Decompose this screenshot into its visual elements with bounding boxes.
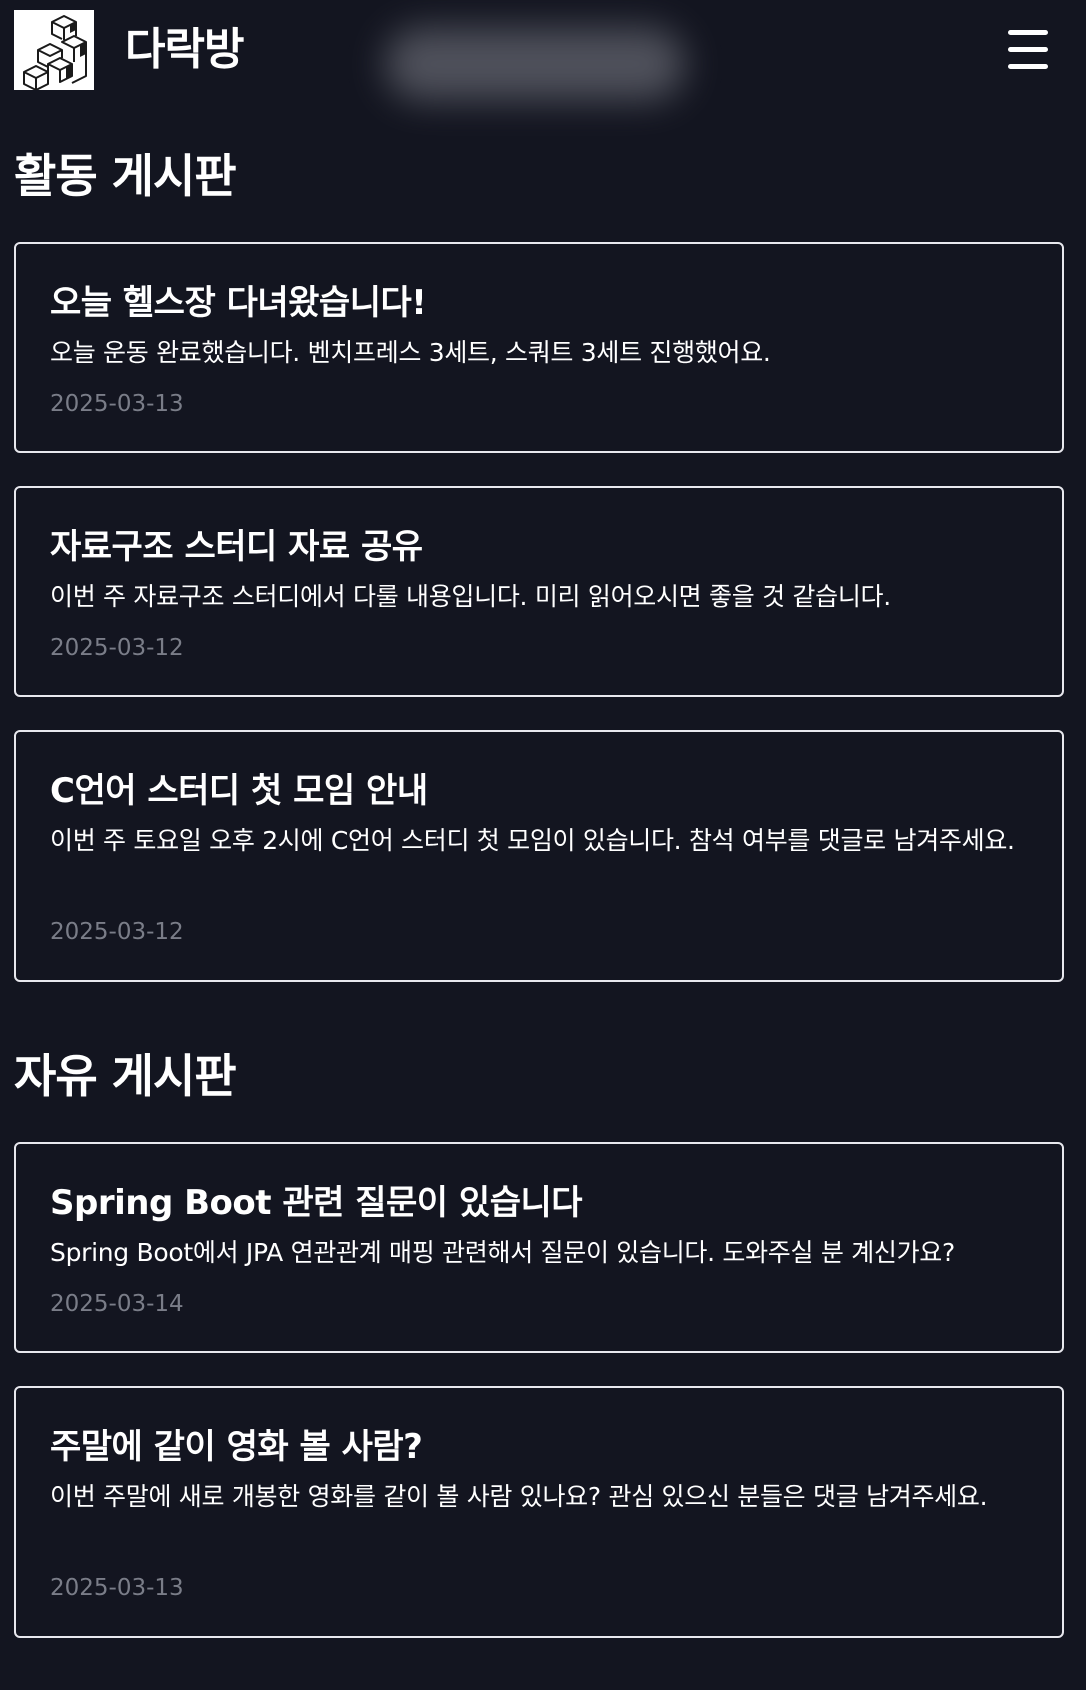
post-date: 2025-03-13 — [50, 1575, 184, 1601]
post-card[interactable]: 주말에 같이 영화 볼 사람? 이번 주말에 새로 개봉한 영화를 같이 볼 사… — [14, 1386, 1064, 1638]
post-body: 이번 주말에 새로 개봉한 영화를 같이 볼 사람 있나요? 관심 있으신 분들… — [50, 1482, 988, 1511]
post-card[interactable]: 자료구조 스터디 자료 공유 이번 주 자료구조 스터디에서 다룰 내용입니다.… — [14, 486, 1064, 697]
menu-line — [1008, 64, 1048, 69]
post-card[interactable]: 오늘 헬스장 다녀왔습니다! 오늘 운동 완료했습니다. 벤치프레스 3세트, … — [14, 242, 1064, 453]
post-title: C언어 스터디 첫 모임 안내 — [50, 771, 428, 811]
menu-line — [1008, 47, 1048, 52]
post-body: Spring Boot에서 JPA 연관관계 매핑 관련해서 질문이 있습니다.… — [50, 1238, 955, 1267]
stacked-cubes-logo[interactable] — [14, 10, 94, 90]
post-body: 오늘 운동 완료했습니다. 벤치프레스 3세트, 스쿼트 3세트 진행했어요. — [50, 338, 771, 367]
section-title-activity-board: 활동 게시판 — [14, 149, 237, 203]
hamburger-menu-icon[interactable] — [1006, 30, 1050, 70]
post-body: 이번 주 자료구조 스터디에서 다룰 내용입니다. 미리 읽어오시면 좋을 것 … — [50, 582, 891, 611]
app-header: 다락방 — [0, 0, 1086, 122]
section-title-free-board: 자유 게시판 — [14, 1049, 237, 1103]
post-date: 2025-03-12 — [50, 919, 184, 945]
post-card[interactable]: C언어 스터디 첫 모임 안내 이번 주 토요일 오후 2시에 C언어 스터디 … — [14, 730, 1064, 982]
post-date: 2025-03-13 — [50, 391, 184, 417]
post-date: 2025-03-14 — [50, 1291, 184, 1317]
post-body: 이번 주 토요일 오후 2시에 C언어 스터디 첫 모임이 있습니다. 참석 여… — [50, 826, 1015, 855]
post-title: 오늘 헬스장 다녀왔습니다! — [50, 283, 427, 323]
app-title[interactable]: 다락방 — [125, 22, 244, 78]
post-card[interactable]: Spring Boot 관련 질문이 있습니다 Spring Boot에서 JP… — [14, 1142, 1064, 1353]
post-title: 주말에 같이 영화 볼 사람? — [50, 1427, 423, 1467]
menu-line — [1008, 30, 1048, 35]
post-date: 2025-03-12 — [50, 635, 184, 661]
logo-graphic — [23, 15, 87, 90]
post-title: Spring Boot 관련 질문이 있습니다 — [50, 1183, 583, 1223]
post-title: 자료구조 스터디 자료 공유 — [50, 527, 423, 567]
blurred-header-region — [385, 28, 685, 100]
